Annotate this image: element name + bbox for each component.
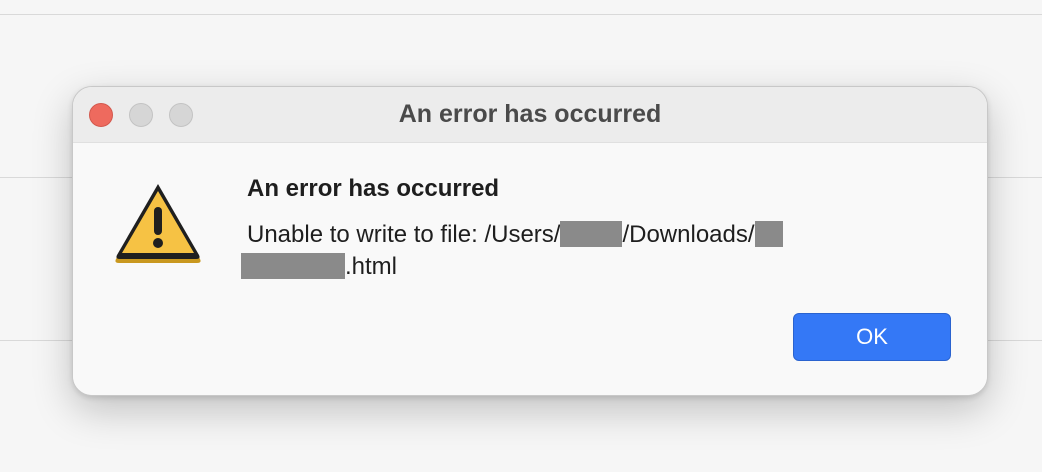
error-dialog: An error has occurred An error has occur…	[72, 86, 988, 396]
message-suffix: .html	[345, 253, 398, 280]
background-divider	[0, 14, 1042, 15]
message-prefix: Unable to write to file: /Users/	[247, 221, 561, 248]
message-middle: /Downloads/	[622, 221, 755, 248]
dialog-content: An error has occurred Unable to write to…	[73, 143, 987, 395]
title-bar[interactable]: An error has occurred	[73, 87, 987, 143]
redacted-filename-start	[754, 221, 783, 247]
warning-icon	[115, 184, 201, 263]
redacted-filename-end	[241, 253, 345, 279]
redacted-username	[560, 221, 623, 247]
alert-heading: An error has occurred	[247, 175, 500, 202]
window-title: An error has occurred	[398, 100, 662, 128]
alert-message: Unable to write to file: /Users/ /Downloa…	[241, 219, 887, 283]
ok-button[interactable]: OK	[793, 313, 951, 361]
